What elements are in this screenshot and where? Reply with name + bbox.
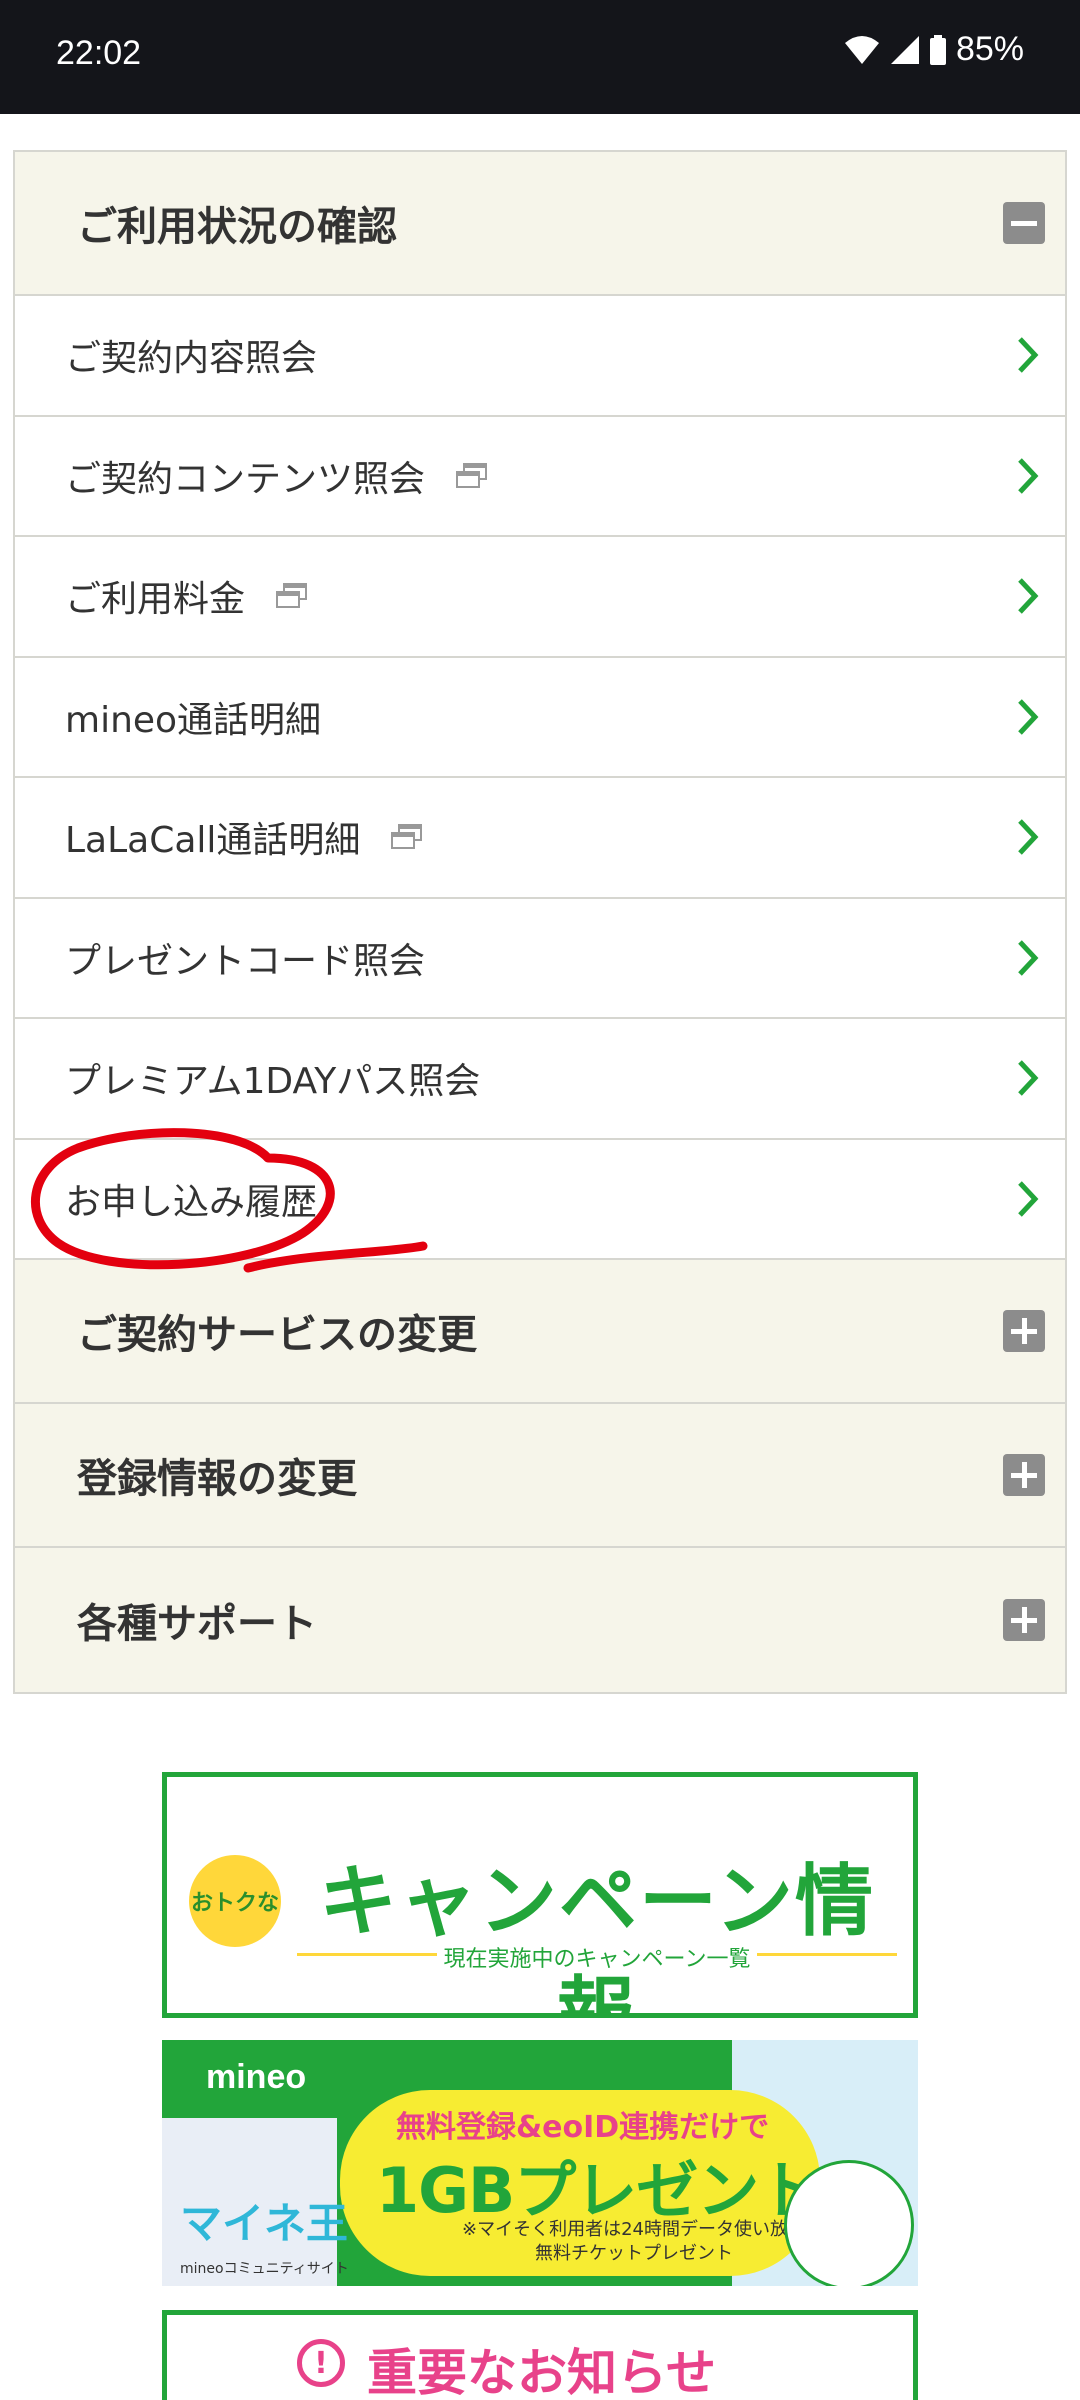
menu-item-label: LaLaCall通話明細 — [65, 820, 361, 862]
section-title: 登録情報の変更 — [77, 1456, 357, 1502]
plus-icon[interactable] — [1003, 1454, 1045, 1496]
status-time: 22:02 — [56, 34, 142, 72]
battery-icon — [929, 34, 946, 65]
menu-item-label: プレミアム1DAYパス照会 — [65, 1061, 481, 1103]
menu-item-premium-1day-pass[interactable]: プレミアム1DAYパス照会 — [15, 1019, 1065, 1140]
menu-item-lalacall-call-details[interactable]: LaLaCall通話明細 — [15, 778, 1065, 899]
promo-note: ※マイそく利用者は24時間データ使い放題 無料チケットプレゼント — [462, 2219, 806, 2264]
plus-icon[interactable] — [1003, 1599, 1045, 1641]
community-caption: mineoコミュニティサイト — [180, 2261, 349, 2277]
chevron-right-icon — [1018, 1060, 1039, 1096]
section-title: ご契約サービスの変更 — [77, 1312, 477, 1358]
campaign-subtitle: 現在実施中のキャンペーン一覧 — [443, 1947, 751, 1972]
chevron-right-icon — [1018, 578, 1039, 614]
menu-item-contract-contents[interactable]: ご契約コンテンツ照会 — [15, 416, 1065, 537]
menu-item-mineo-call-details[interactable]: mineo通話明細 — [15, 657, 1065, 778]
menu-item-application-history[interactable]: お申し込み履歴 — [15, 1139, 1065, 1260]
battery-percent: 85% — [955, 30, 1024, 68]
important-notice-banner[interactable]: ! 重要なお知らせ — [162, 2310, 918, 2400]
wifi-icon — [844, 35, 879, 64]
external-window-icon — [456, 462, 488, 488]
external-window-icon — [391, 824, 423, 850]
plus-icon[interactable] — [1003, 1310, 1045, 1352]
chevron-right-icon — [1018, 940, 1039, 976]
signal-icon — [890, 35, 919, 64]
mascot-character — [784, 2160, 914, 2286]
external-window-icon — [276, 583, 308, 609]
section-registration-change[interactable]: 登録情報の変更 — [15, 1404, 1065, 1548]
campaign-title: キャンペーン情報 — [318, 1857, 876, 2018]
menu-item-label: プレゼントコード照会 — [65, 940, 426, 982]
section-title: ご利用状況の確認 — [77, 204, 397, 250]
minus-icon[interactable] — [1003, 202, 1045, 244]
chevron-right-icon — [1018, 337, 1039, 373]
campaign-banner[interactable]: おトクな キャンペーン情報 現在実施中のキャンペーン一覧 — [162, 1772, 918, 2018]
exclamation-icon: ! — [297, 2339, 345, 2387]
section-support[interactable]: 各種サポート — [15, 1548, 1065, 1692]
chevron-right-icon — [1018, 819, 1039, 855]
campaign-badge: おトクな — [189, 1855, 281, 1947]
menu-item-label: ご利用料金 — [65, 579, 246, 621]
mineo-present-banner[interactable]: mineo 無料登録&eoID連携だけで 1GBプレゼント!! ※マイそく利用者… — [162, 2040, 918, 2286]
status-icons: 85% — [844, 30, 1024, 69]
section-title: 各種サポート — [77, 1601, 317, 1647]
menu-item-label: mineo通話明細 — [65, 699, 322, 741]
menu-item-present-code[interactable]: プレゼントコード照会 — [15, 898, 1065, 1019]
menu-item-label: ご契約コンテンツ照会 — [65, 458, 426, 500]
chevron-right-icon — [1018, 458, 1039, 494]
account-menu: ご利用状況の確認 ご契約内容照会 ご契約コンテンツ照会 ご利用料金 mineo通… — [13, 150, 1067, 1694]
section-contract-service-change[interactable]: ご契約サービスの変更 — [15, 1260, 1065, 1404]
menu-item-contract-details[interactable]: ご契約内容照会 — [15, 296, 1065, 417]
community-name: マイネ王 — [180, 2199, 349, 2248]
menu-item-usage-fees[interactable]: ご利用料金 — [15, 537, 1065, 658]
chevron-right-icon — [1018, 1181, 1039, 1217]
section-usage-status[interactable]: ご利用状況の確認 — [15, 152, 1065, 296]
mineo-logo: mineo — [206, 2058, 307, 2096]
status-bar: 22:02 85% — [0, 0, 1080, 114]
notice-text: 重要なお知らせ — [367, 2344, 716, 2400]
menu-item-label: ご契約内容照会 — [65, 338, 318, 380]
menu-item-label: お申し込み履歴 — [65, 1181, 318, 1223]
chevron-right-icon — [1018, 699, 1039, 735]
